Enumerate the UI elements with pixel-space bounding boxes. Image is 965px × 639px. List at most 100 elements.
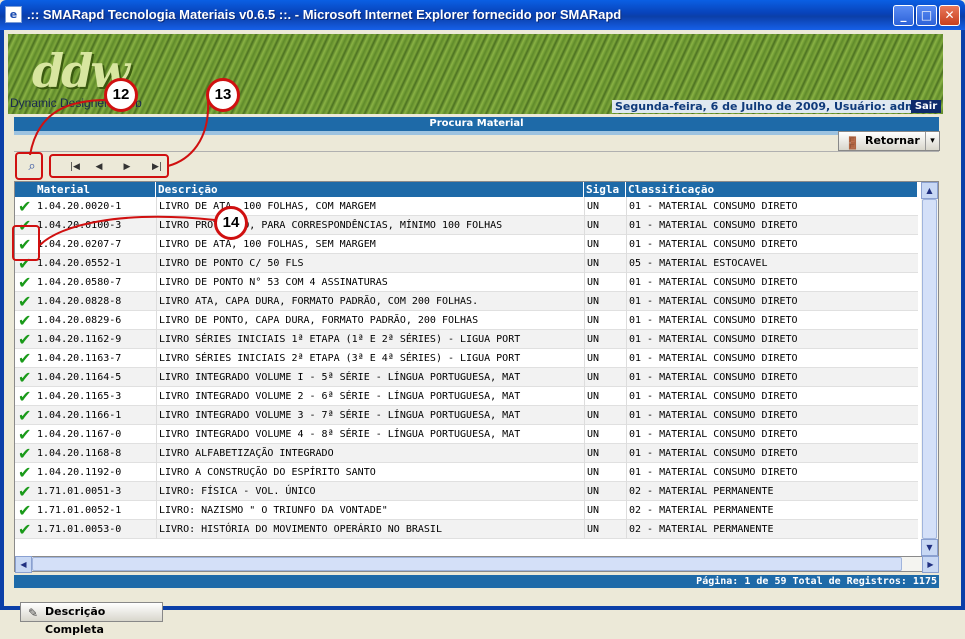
cell-classificacao: 01 - MATERIAL CONSUMO DIRETO — [626, 330, 918, 349]
table-row[interactable]: ✔ 1.04.20.0580-7 LIVRO DE PONTO N° 53 COM … — [15, 273, 918, 292]
vertical-scroll-thumb[interactable] — [922, 199, 937, 539]
horizontal-scroll-thumb[interactable] — [32, 557, 902, 571]
cell-sigla: UN — [584, 520, 626, 539]
cell-descricao: LIVRO SÉRIES INICIAIS 2ª ETAPA (3ª E 4ª … — [156, 349, 584, 368]
return-label: Retornar — [865, 134, 920, 147]
date-user-label: Segunda-feira, 6 de Julho de 2009, Usuár… — [612, 100, 932, 113]
select-check-icon[interactable]: ✔ — [18, 502, 31, 519]
edit-note-icon: ✎ — [28, 606, 39, 620]
cell-classificacao: 02 - MATERIAL PERMANENTE — [626, 501, 918, 520]
cell-classificacao: 01 - MATERIAL CONSUMO DIRETO — [626, 406, 918, 425]
cell-descricao: LIVRO ATA, CAPA DURA, FORMATO PADRÃO, CO… — [156, 292, 584, 311]
cell-material: 1.71.01.0051-3 — [37, 486, 122, 497]
cell-classificacao: 01 - MATERIAL CONSUMO DIRETO — [626, 235, 918, 254]
maximize-button[interactable]: □ — [916, 5, 937, 26]
cell-descricao: LIVRO: FÍSICA - VOL. ÚNICO — [156, 482, 584, 501]
cell-material: 1.71.01.0052-1 — [37, 505, 122, 516]
select-check-icon[interactable]: ✔ — [18, 521, 31, 538]
table-row[interactable]: ✔ 1.04.20.0829-6 LIVRO DE PONTO, CAPA DURA… — [15, 311, 918, 330]
section-subbar — [14, 131, 939, 135]
cell-material: 1.04.20.1162-9 — [37, 334, 122, 345]
cell-material: 1.04.20.1167-0 — [37, 429, 122, 440]
annotation-box-nav — [49, 154, 169, 178]
table-row[interactable]: ✔ 1.04.20.1163-7 LIVRO SÉRIES INICIAIS 2ª … — [15, 349, 918, 368]
table-row[interactable]: ✔ 1.04.20.1167-0 LIVRO INTEGRADO VOLUME 4 … — [15, 425, 918, 444]
cell-classificacao: 05 - MATERIAL ESTOCAVEL — [626, 254, 918, 273]
column-header-classificacao[interactable]: Classificação — [626, 182, 918, 197]
select-check-icon[interactable]: ✔ — [18, 369, 31, 386]
select-check-icon[interactable]: ✔ — [18, 350, 31, 367]
table-row[interactable]: ✔ 1.04.20.0100-3 LIVRO PROTOCOLO, PARA COR… — [15, 216, 918, 235]
table-row[interactable]: ✔ 1.04.20.1168-8 LIVRO ALFABETIZAÇÃO INTEG… — [15, 444, 918, 463]
table-row[interactable]: ✔ 1.04.20.1192-0 LIVRO A CONSTRUÇÃO DO ESP… — [15, 463, 918, 482]
table-row[interactable]: ✔ 1.04.20.0207-7 LIVRO DE ATA, 100 FOLHAS,… — [15, 235, 918, 254]
cell-sigla: UN — [584, 501, 626, 520]
cell-classificacao: 01 - MATERIAL CONSUMO DIRETO — [626, 349, 918, 368]
cell-material: 1.04.20.0828-8 — [37, 296, 122, 307]
cell-descricao: LIVRO INTEGRADO VOLUME 3 - 7ª SÉRIE - LÍ… — [156, 406, 584, 425]
table-row[interactable]: ✔ 1.04.20.0552-1 LIVRO DE PONTO C/ 50 FLS U… — [15, 254, 918, 273]
callout-13: 13 — [206, 78, 240, 112]
callout-12: 12 — [104, 78, 138, 112]
table-row[interactable]: ✔ 1.71.01.0051-3 LIVRO: FÍSICA - VOL. ÚNIC… — [15, 482, 918, 501]
cell-sigla: UN — [584, 368, 626, 387]
select-check-icon[interactable]: ✔ — [18, 407, 31, 424]
select-check-icon[interactable]: ✔ — [18, 274, 31, 291]
material-grid: Material Descrição Sigla Classificação ✔… — [14, 181, 939, 557]
column-header-material[interactable]: Material — [35, 182, 156, 197]
cell-descricao: LIVRO A CONSTRUÇÃO DO ESPÍRITO SANTO — [156, 463, 584, 482]
cell-classificacao: 01 - MATERIAL CONSUMO DIRETO — [626, 463, 918, 482]
cell-descricao: LIVRO INTEGRADO VOLUME I - 5ª SÉRIE - LÍ… — [156, 368, 584, 387]
column-header-sigla[interactable]: Sigla — [584, 182, 626, 197]
select-check-icon[interactable]: ✔ — [18, 388, 31, 405]
cell-descricao: LIVRO: HISTÓRIA DO MOVIMENTO OPERÁRIO NO… — [156, 520, 584, 539]
scroll-left-icon[interactable]: ◀ — [15, 556, 32, 573]
horizontal-scrollbar[interactable]: ◀ ▶ — [14, 556, 939, 573]
annotation-box-check — [12, 225, 40, 261]
vertical-scrollbar[interactable]: ▲ ▼ — [921, 182, 938, 556]
cell-descricao: LIVRO INTEGRADO VOLUME 4 - 8ª SÉRIE - LÍ… — [156, 425, 584, 444]
select-check-icon[interactable]: ✔ — [18, 198, 31, 215]
scroll-down-icon[interactable]: ▼ — [921, 539, 938, 556]
table-row[interactable]: ✔ 1.04.20.1164-5 LIVRO INTEGRADO VOLUME I … — [15, 368, 918, 387]
cell-descricao: LIVRO DE PONTO N° 53 COM 4 ASSINATURAS — [156, 273, 584, 292]
window-frame: ddw Dynamic Designers Web Segunda-feira,… — [0, 30, 965, 636]
section-title: Procura Material — [14, 117, 939, 131]
minimize-button[interactable]: _ — [893, 5, 914, 26]
cell-classificacao: 01 - MATERIAL CONSUMO DIRETO — [626, 368, 918, 387]
column-header-descricao[interactable]: Descrição — [156, 182, 584, 197]
scroll-up-icon[interactable]: ▲ — [921, 182, 938, 199]
table-row[interactable]: ✔ 1.04.20.0020-1 LIVRO DE ATA, 100 FOLHAS,… — [15, 197, 918, 216]
table-row[interactable]: ✔ 1.71.01.0053-0 LIVRO: HISTÓRIA DO MOVIME… — [15, 520, 918, 539]
cell-material: 1.04.20.0100-3 — [37, 220, 122, 231]
return-button[interactable]: 🚪 Retornar ▾ — [838, 131, 940, 151]
cell-material: 1.04.20.1163-7 — [37, 353, 122, 364]
table-row[interactable]: ✔ 1.04.20.0828-8 LIVRO ATA, CAPA DURA, FOR… — [15, 292, 918, 311]
cell-sigla: UN — [584, 463, 626, 482]
table-row[interactable]: ✔ 1.04.20.1166-1 LIVRO INTEGRADO VOLUME 3 … — [15, 406, 918, 425]
chevron-down-icon[interactable]: ▾ — [925, 132, 939, 150]
select-check-icon[interactable]: ✔ — [18, 293, 31, 310]
scroll-right-icon[interactable]: ▶ — [922, 556, 939, 573]
table-row[interactable]: ✔ 1.71.01.0052-1 LIVRO: NAZISMO " O TRIUNF… — [15, 501, 918, 520]
close-button[interactable]: ✕ — [939, 5, 960, 26]
full-description-button[interactable]: ✎ Descrição Completa — [20, 602, 163, 636]
select-check-icon[interactable]: ✔ — [18, 483, 31, 500]
cell-material: 1.04.20.1164-5 — [37, 372, 122, 383]
grid-header: Material Descrição Sigla Classificação — [15, 182, 918, 197]
select-check-icon[interactable]: ✔ — [18, 464, 31, 481]
table-row[interactable]: ✔ 1.04.20.1162-9 LIVRO SÉRIES INICIAIS 1ª … — [15, 330, 918, 349]
select-check-icon[interactable]: ✔ — [18, 426, 31, 443]
cell-material: 1.71.01.0053-0 — [37, 524, 122, 535]
cell-material: 1.04.20.0207-7 — [37, 239, 122, 250]
cell-sigla: UN — [584, 235, 626, 254]
select-check-icon[interactable]: ✔ — [18, 445, 31, 462]
annotation-box-find — [15, 152, 43, 180]
select-check-icon[interactable]: ✔ — [18, 331, 31, 348]
cell-sigla: UN — [584, 254, 626, 273]
cell-descricao: LIVRO DE ATA, 100 FOLHAS, SEM MARGEM — [156, 235, 584, 254]
cell-material: 1.04.20.1192-0 — [37, 467, 122, 478]
logout-button[interactable]: Sair — [911, 100, 941, 113]
table-row[interactable]: ✔ 1.04.20.1165-3 LIVRO INTEGRADO VOLUME 2 … — [15, 387, 918, 406]
select-check-icon[interactable]: ✔ — [18, 312, 31, 329]
